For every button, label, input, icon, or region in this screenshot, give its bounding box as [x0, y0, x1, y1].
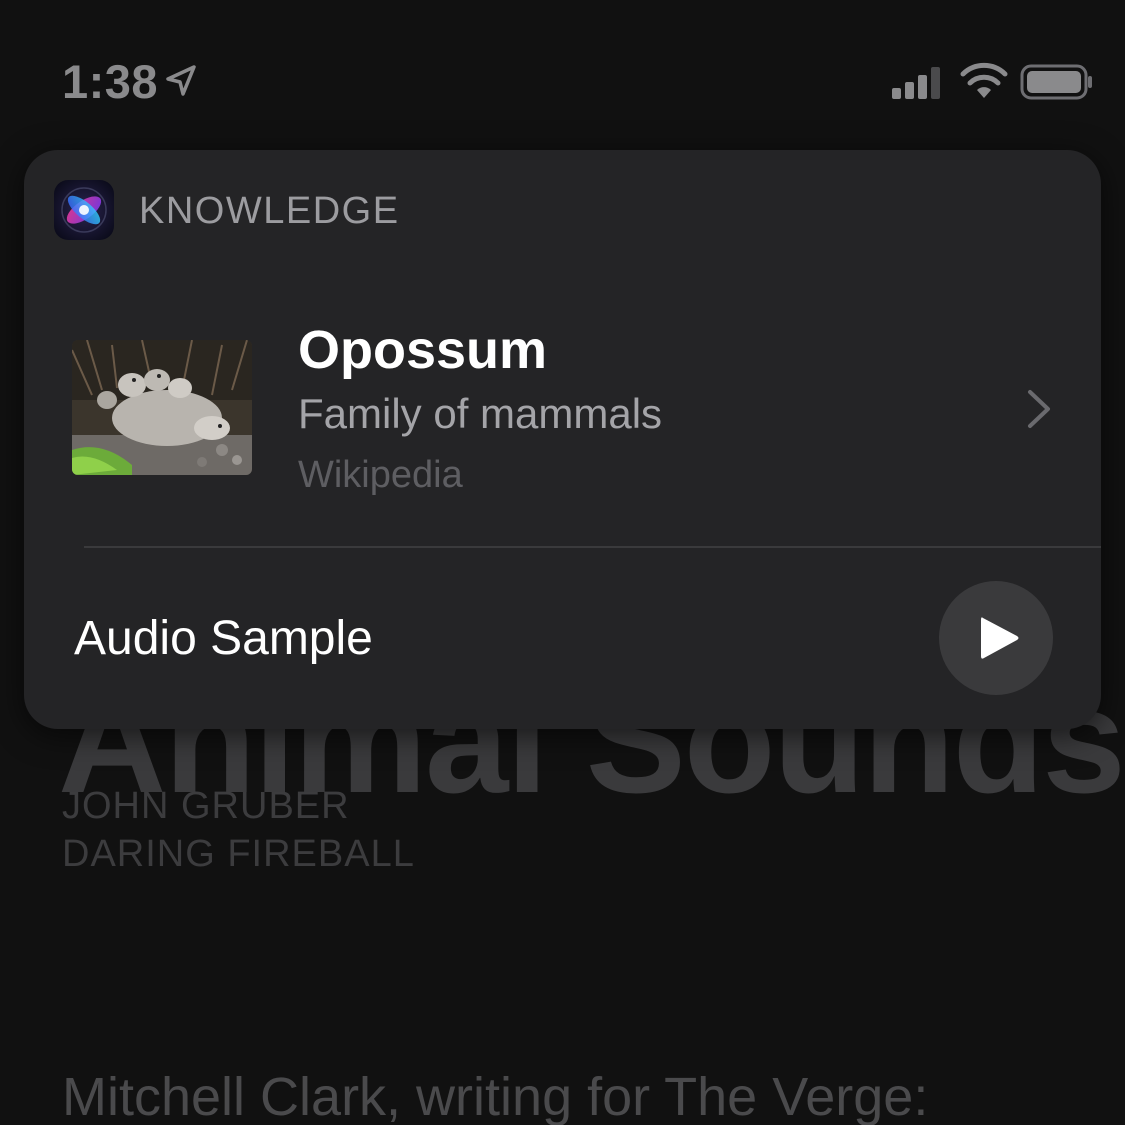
status-time: 1:38 [62, 55, 159, 108]
wifi-icon [960, 62, 1008, 98]
play-button[interactable] [939, 581, 1053, 695]
audio-sample-label: Audio Sample [74, 612, 373, 665]
siri-icon [54, 180, 114, 240]
siri-knowledge-card: KNOWLEDGE Opossum Family of mammals Wiki… [24, 150, 1101, 729]
article-body-text: Mitchell Clark, writing for The Verge: [62, 1067, 929, 1125]
play-icon [981, 617, 1019, 659]
location-arrow-icon [166, 65, 196, 96]
opossum-photo [72, 340, 252, 475]
article-author: JOHN GRUBER [62, 785, 350, 827]
divider [84, 546, 1101, 548]
result-title: Opossum [298, 320, 548, 380]
article-publication: DARING FIREBALL [62, 833, 415, 875]
cellular-signal-icon [892, 67, 940, 99]
result-subtitle: Family of mammals [298, 390, 663, 437]
battery-icon [1020, 64, 1092, 100]
card-header-label: KNOWLEDGE [139, 190, 400, 232]
screen: 1:38 Animal Sounds JOHN GRUBER DARING FI… [0, 0, 1125, 1125]
result-source: Wikipedia [298, 454, 463, 496]
chevron-right-icon[interactable] [1024, 388, 1054, 430]
